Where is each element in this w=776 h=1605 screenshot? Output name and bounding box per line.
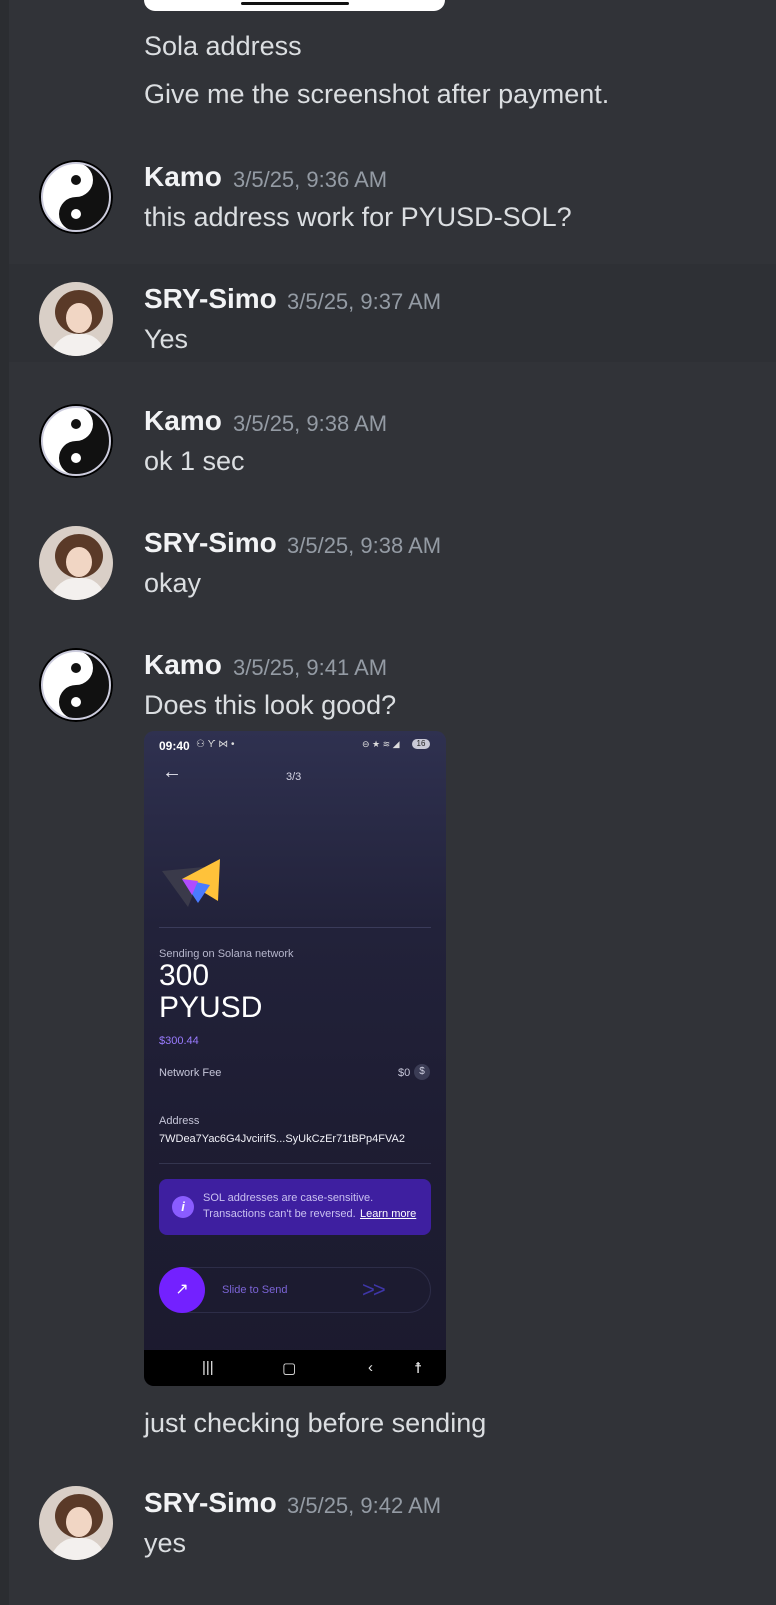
send-amount: 300 xyxy=(159,959,210,992)
learn-more-link: Learn more xyxy=(360,1208,417,1220)
timestamp: 3/5/25, 9:42 AM xyxy=(287,1493,442,1518)
divider xyxy=(159,927,431,928)
message-text: ok 1 sec xyxy=(144,446,245,476)
avatar[interactable] xyxy=(39,160,113,234)
message-text: Give me the screenshot after payment. xyxy=(144,79,610,109)
phone-status-time: 09:40 xyxy=(159,739,190,753)
avatar[interactable] xyxy=(39,648,113,722)
message-text: okay xyxy=(144,568,202,598)
home-icon: ▢ xyxy=(282,1360,297,1377)
info-icon: i xyxy=(172,1196,194,1218)
home-indicator xyxy=(241,2,349,5)
send-arrow-icon: ↗ xyxy=(159,1267,205,1313)
timestamp: 3/5/25, 9:38 AM xyxy=(233,411,388,436)
author-name[interactable]: SRY-Simo xyxy=(144,527,277,559)
avatar[interactable] xyxy=(39,282,113,356)
yin-yang-avatar-icon xyxy=(39,404,113,478)
double-chevron-icon: >> xyxy=(362,1277,386,1302)
user-photo-avatar-icon xyxy=(39,282,113,356)
fee-value: $0 xyxy=(398,1067,411,1079)
message-text: Sola address xyxy=(144,31,302,61)
paper-plane-logo-icon xyxy=(162,859,220,907)
message-text: just checking before sending xyxy=(144,1408,487,1438)
timestamp: 3/5/25, 9:38 AM xyxy=(287,533,442,558)
author-name[interactable]: Kamo xyxy=(144,649,222,681)
message-text: Does this look good? xyxy=(144,690,397,720)
android-nav-bar: ||| ▢ ‹ ☨ xyxy=(144,1350,446,1386)
notice-line: SOL addresses are case-sensitive. xyxy=(203,1192,374,1204)
user-photo-avatar-icon xyxy=(39,526,113,600)
left-edge-strip xyxy=(0,0,9,1605)
warning-notice: i SOL addresses are case-sensitive. Tran… xyxy=(159,1179,431,1235)
avatar[interactable] xyxy=(39,404,113,478)
fee-label: Network Fee xyxy=(159,1067,222,1079)
recents-icon: ||| xyxy=(202,1359,214,1376)
dollar-icon: $ xyxy=(414,1064,430,1080)
slide-to-send-label: Slide to Send xyxy=(222,1284,288,1296)
author-name[interactable]: Kamo xyxy=(144,405,222,437)
address-value: 7WDea7Yac6G4JvcirifS...SyUkCzEr71tBPp4FV… xyxy=(159,1133,405,1145)
image-attachment[interactable]: 09:40 ⚇ ϒ ⋈ • ⊖ ★ ≋ ◢ 16 ← 3/3 Sending o… xyxy=(144,731,446,1386)
avatar[interactable] xyxy=(39,1486,113,1560)
status-icons-right: ⊖ ★ ≋ ◢ xyxy=(362,739,400,749)
user-photo-avatar-icon xyxy=(39,1486,113,1560)
accessibility-icon: ☨ xyxy=(414,1360,423,1377)
timestamp: 3/5/25, 9:37 AM xyxy=(287,289,442,314)
author-name[interactable]: Kamo xyxy=(144,161,222,193)
message-text: yes xyxy=(144,1528,187,1558)
previous-image-attachment[interactable] xyxy=(144,0,445,11)
back-icon: ‹ xyxy=(368,1359,373,1376)
yin-yang-avatar-icon xyxy=(39,160,113,234)
author-name[interactable]: SRY-Simo xyxy=(144,1487,277,1519)
battery-icon: 16 xyxy=(412,739,430,749)
send-token: PYUSD xyxy=(159,991,263,1024)
timestamp: 3/5/25, 9:36 AM xyxy=(233,167,388,192)
back-arrow-icon: ← xyxy=(162,761,182,783)
message-text: this address work for PYUSD-SOL? xyxy=(144,202,572,232)
yin-yang-avatar-icon xyxy=(39,648,113,722)
notice-line: Transactions can't be reversed. xyxy=(203,1208,356,1220)
divider xyxy=(159,1163,431,1164)
avatar[interactable] xyxy=(39,526,113,600)
address-label: Address xyxy=(159,1115,200,1127)
step-indicator: 3/3 xyxy=(286,771,302,783)
status-icons-left: ⚇ ϒ ⋈ • xyxy=(196,739,235,750)
message-text: Yes xyxy=(144,324,189,354)
usd-value: $300.44 xyxy=(159,1035,199,1047)
timestamp: 3/5/25, 9:41 AM xyxy=(233,655,388,680)
author-name[interactable]: SRY-Simo xyxy=(144,283,277,315)
